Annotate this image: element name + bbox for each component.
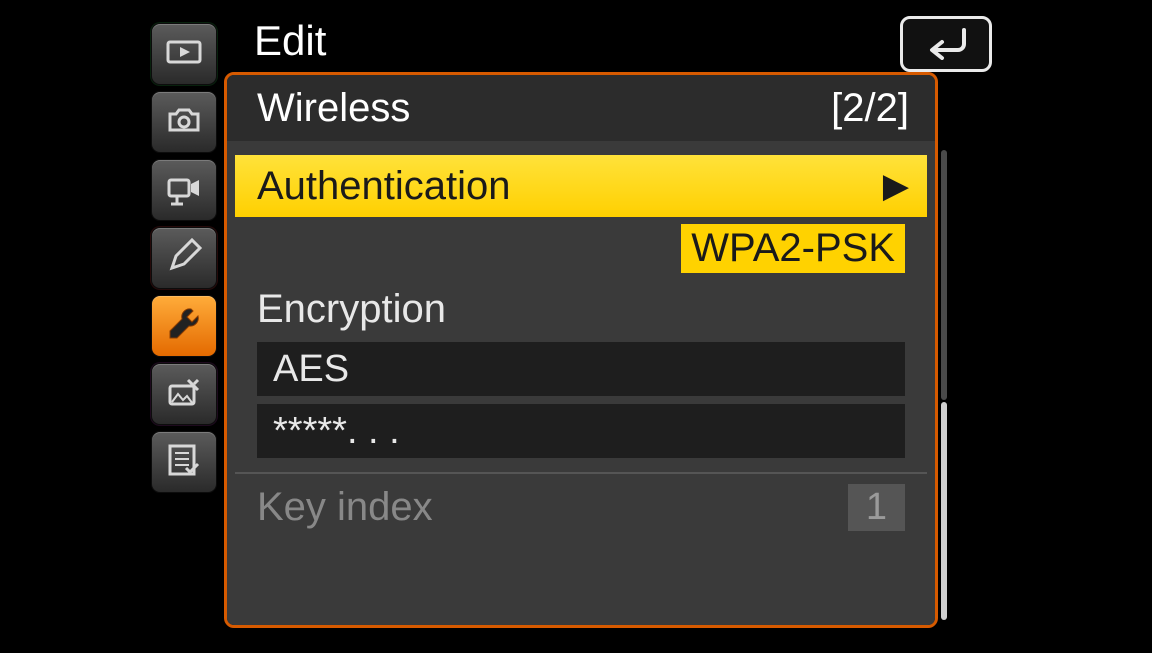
key-index-value: 1 (848, 484, 905, 531)
panel-header: Wireless [2/2] (227, 75, 935, 141)
wrench-icon (164, 304, 204, 349)
retouch-icon (164, 372, 204, 417)
scrollbar[interactable] (941, 150, 947, 620)
playback-icon (164, 32, 204, 77)
tab-setup[interactable] (152, 296, 216, 356)
tab-movie-shooting[interactable] (152, 160, 216, 220)
encryption-key-field[interactable]: *****. . . (257, 404, 905, 458)
scrollbar-thumb[interactable] (941, 402, 947, 620)
authentication-value-row: WPA2-PSK (235, 217, 927, 279)
tab-photo-shooting[interactable] (152, 92, 216, 152)
encryption-cipher-field[interactable]: AES (257, 342, 905, 396)
camera-icon (164, 100, 204, 145)
camera-menu-screen: Edit Wireless [2/2] Authentication ▶ WPA… (0, 0, 1152, 653)
tab-retouch[interactable] (152, 364, 216, 424)
key-index-row: Key index 1 (235, 474, 927, 531)
tab-playback[interactable] (152, 24, 216, 84)
tab-my-menu[interactable] (152, 432, 216, 492)
back-arrow-icon (922, 24, 970, 65)
authentication-row[interactable]: Authentication ▶ (235, 155, 927, 217)
list-check-icon (164, 440, 204, 485)
scrollbar-track-upper (941, 150, 947, 400)
encryption-key-value: *****. . . (273, 410, 400, 453)
pencil-icon (164, 236, 204, 281)
page-title: Edit (254, 17, 326, 65)
encryption-label: Encryption (235, 279, 927, 338)
chevron-right-icon: ▶ (883, 166, 909, 206)
encryption-cipher-value: AES (273, 348, 349, 391)
authentication-label: Authentication (257, 164, 511, 209)
tab-custom-settings[interactable] (152, 228, 216, 288)
menu-tabstrip (152, 24, 224, 492)
settings-panel: Wireless [2/2] Authentication ▶ WPA2-PSK… (224, 72, 938, 628)
authentication-value: WPA2-PSK (681, 224, 905, 273)
panel-body: Authentication ▶ WPA2-PSK Encryption AES… (227, 141, 935, 625)
page-indicator: [2/2] (831, 86, 909, 131)
panel-section-label: Wireless (257, 86, 410, 131)
page-title-row: Edit (224, 10, 938, 72)
key-index-label: Key index (257, 485, 433, 530)
back-button[interactable] (900, 16, 992, 72)
content-area: Edit Wireless [2/2] Authentication ▶ WPA… (224, 10, 938, 630)
movie-camera-icon (164, 168, 204, 213)
